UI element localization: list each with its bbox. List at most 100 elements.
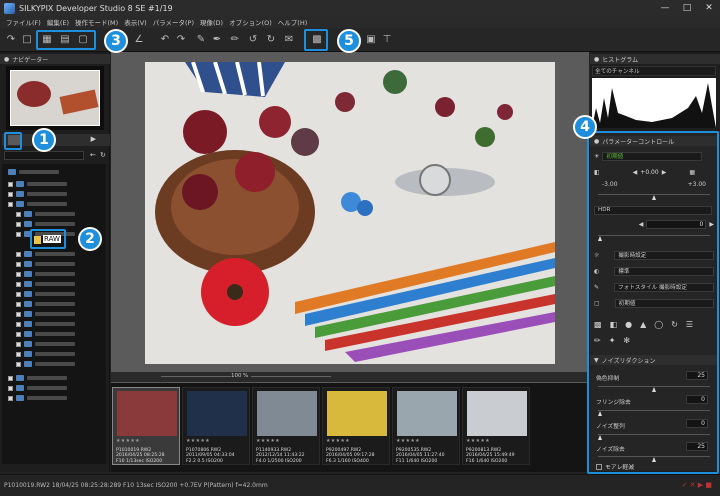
tool-open-icon[interactable]: □ (20, 32, 34, 46)
thumbnail-image (257, 391, 317, 436)
highlight-folder-button (4, 132, 22, 150)
thumbnail-image (327, 391, 387, 436)
tree-row[interactable] (8, 180, 67, 188)
preview-photo (145, 61, 555, 364)
thumbnail-exif: F10 1/13sec ISO200 (116, 458, 163, 464)
minimize-icon[interactable]: — (654, 0, 676, 16)
tool-pen-icon[interactable]: ✏ (228, 32, 242, 46)
channel-select[interactable]: 全てのチャンネル (592, 66, 716, 76)
folder-tree (2, 164, 106, 464)
menu-file[interactable]: ファイル(F) (6, 17, 41, 27)
tool-select-icon[interactable]: ↷ (4, 32, 18, 46)
undo-icon[interactable]: ↶ (158, 32, 172, 46)
tree-row[interactable] (8, 200, 67, 208)
thumbnail[interactable]: ★★★★★ P9200497.RW2 2016/04/05 09:17:28 F… (322, 387, 390, 465)
histogram-graph (592, 83, 716, 128)
thumbnail-image (467, 391, 527, 436)
menu-option[interactable]: オプション(O) (229, 17, 272, 27)
tree-row[interactable] (16, 210, 75, 218)
tree-row[interactable] (16, 300, 75, 308)
maximize-icon[interactable]: □ (676, 0, 698, 16)
thumbnail[interactable]: ★★★★★ P9200813.RW2 2016/04/25 15:49:49 F… (462, 387, 530, 465)
tree-row[interactable] (16, 280, 75, 288)
window-controls: — □ ✕ (654, 0, 720, 16)
tree-row[interactable] (8, 384, 67, 392)
menu-bar: ファイル(F) 編集(E) 操作モード(M) 表示(V) パラメータ(P) 現像… (0, 16, 720, 28)
folder-path-select[interactable] (4, 151, 84, 160)
tool-a-icon[interactable]: ▣ (364, 32, 378, 46)
pin-icon[interactable]: ● (4, 56, 9, 63)
rotate-right-icon[interactable]: ↻ (264, 32, 278, 46)
tool-t-icon[interactable]: ⊤ (380, 32, 394, 46)
tree-row[interactable] (16, 270, 75, 278)
thumbnail[interactable]: ★★★★★ P9200535.RW2 2016/04/05 11:27:40 F… (392, 387, 460, 465)
navigator-title: ナビゲーター (12, 56, 49, 64)
highlight-parameter-panel (587, 131, 719, 474)
tree-row[interactable] (16, 250, 75, 258)
highlight-develop-button (304, 29, 328, 51)
zoom-slider-right[interactable] (251, 376, 331, 377)
navigator-thumbnail (10, 70, 100, 126)
paste-param-icon[interactable]: ✒ (210, 32, 224, 46)
refresh-icon[interactable]: ↻ (100, 151, 106, 159)
redo-icon[interactable]: ↷ (174, 32, 188, 46)
rating-stars[interactable]: ★★★★★ (466, 438, 490, 444)
mail-icon[interactable]: ✉ (282, 32, 296, 46)
zoom-slider[interactable] (161, 376, 231, 377)
tree-row[interactable] (8, 394, 67, 402)
tree-row[interactable] (16, 260, 75, 268)
close-icon[interactable]: ✕ (698, 0, 720, 16)
preview-image[interactable] (145, 61, 555, 364)
tool-crop-icon[interactable]: ∠ (132, 32, 146, 46)
panel-menu-icon[interactable]: ▶ (91, 135, 96, 143)
tree-row[interactable] (16, 290, 75, 298)
tree-row[interactable] (16, 330, 75, 338)
status-bar: P1010019.RW2 18/04/25 08:25:28:289 F10 1… (0, 474, 720, 496)
channel-select-value: 全てのチャンネル (595, 69, 640, 75)
histogram-title: ヒストグラム (602, 56, 639, 64)
tree-row[interactable] (16, 220, 75, 228)
tree-row[interactable] (16, 320, 75, 328)
thumbnail-image (117, 391, 177, 436)
histogram-header: ● ヒストグラム (590, 54, 720, 64)
menu-help[interactable]: ヘルプ(H) (278, 17, 307, 27)
rotate-left-icon[interactable]: ↺ (246, 32, 260, 46)
callout-badge-4: 4 (573, 115, 597, 139)
pin-icon[interactable]: ● (594, 56, 599, 63)
thumbnail[interactable]: ★★★★★ P1070806.RW2 2011/09/05 04:33:04 F… (182, 387, 250, 465)
rating-stars[interactable]: ★★★★★ (186, 438, 210, 444)
rating-stars[interactable]: ★★★★★ (396, 438, 420, 444)
callout-badge-1: 1 (32, 128, 56, 152)
rating-stars[interactable]: ★★★★★ (256, 438, 280, 444)
thumbnail[interactable]: ★★★★★ P1010019.RW2 2016/04/25 08:25:28 F… (112, 387, 180, 465)
rating-stars[interactable]: ★★★★★ (326, 438, 350, 444)
highlight-view-mode (36, 30, 96, 50)
tree-row[interactable] (8, 190, 67, 198)
zoom-bar: 100 % (111, 372, 589, 382)
tree-row[interactable] (8, 168, 59, 176)
menu-mode[interactable]: 操作モード(M) (75, 17, 118, 27)
thumbnail[interactable]: ★★★★★ P1140933.RW2 2012/12/14 11:43:22 F… (252, 387, 320, 465)
tree-row[interactable] (16, 360, 75, 368)
copy-param-icon[interactable]: ✎ (194, 32, 208, 46)
thumbnail-exif: F6.3 1/160 ISO400 (326, 458, 369, 464)
tree-row[interactable] (16, 340, 75, 348)
tree-row[interactable] (16, 350, 75, 358)
status-text: P1010019.RW2 18/04/25 08:25:28:289 F10 1… (4, 482, 268, 489)
menu-view[interactable]: 表示(V) (124, 17, 147, 27)
rating-stars[interactable]: ★★★★★ (116, 438, 140, 444)
menu-develop[interactable]: 現像(D) (200, 17, 223, 27)
title-bar: SILKYPIX Developer Studio 8 SE #1/19 — □… (0, 0, 720, 16)
back-icon[interactable]: ← (90, 151, 96, 159)
menu-edit[interactable]: 編集(E) (47, 17, 69, 27)
status-icons[interactable]: ✓ ✕ ▶ ■ (682, 481, 712, 489)
thumbnail-date: 2011/09/05 04:33:04 (186, 453, 235, 459)
navigator-header: ● ナビゲーター (0, 54, 110, 64)
tree-row[interactable] (16, 310, 75, 318)
histogram-chart (592, 78, 716, 128)
tree-row[interactable] (8, 374, 67, 382)
thumbnail-image (187, 391, 247, 436)
menu-parameter[interactable]: パラメータ(P) (153, 17, 194, 27)
navigator-preview[interactable] (6, 66, 104, 130)
zoom-value: 100 (231, 373, 242, 379)
